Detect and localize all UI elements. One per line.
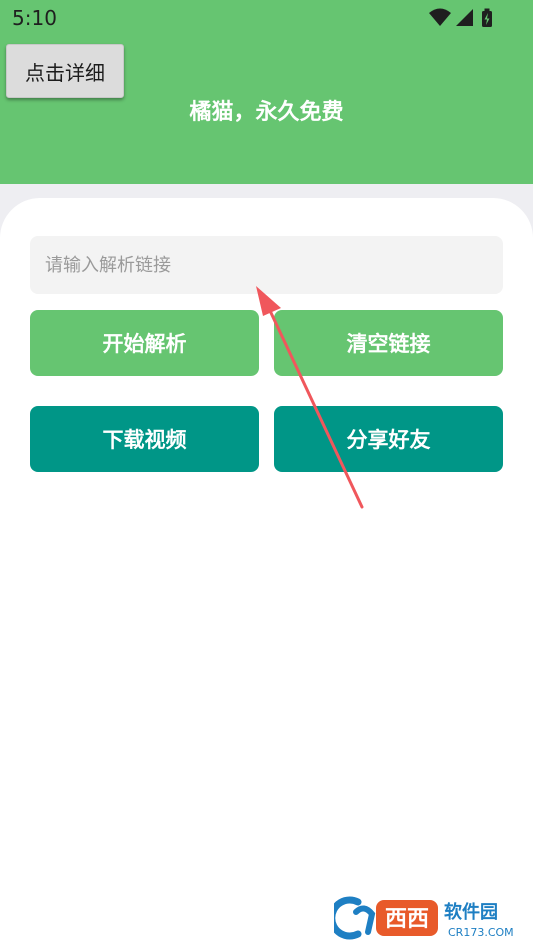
detail-button[interactable]: 点击详细 — [6, 44, 124, 98]
watermark-site: CR173.COM — [448, 926, 514, 939]
watermark-suffix: 软件园 — [444, 901, 498, 923]
status-icons — [429, 8, 492, 27]
link-input[interactable] — [30, 236, 503, 294]
site-watermark: 西西 软件园 CR173.COM — [334, 896, 514, 940]
start-parse-button[interactable]: 开始解析 — [30, 310, 259, 376]
status-time: 5:10 — [12, 6, 57, 30]
battery-icon — [482, 8, 492, 27]
page-title: 橘猫，永久免费 — [189, 100, 344, 125]
watermark-brand: 西西 — [385, 907, 429, 932]
share-friends-button[interactable]: 分享好友 — [274, 406, 503, 472]
status-bar: 5:10 — [0, 0, 533, 36]
watermark-logo-icon — [334, 896, 376, 940]
clear-link-button[interactable]: 清空链接 — [274, 310, 503, 376]
download-video-button[interactable]: 下载视频 — [30, 406, 259, 472]
wifi-icon — [429, 8, 451, 26]
signal-icon — [456, 9, 473, 26]
